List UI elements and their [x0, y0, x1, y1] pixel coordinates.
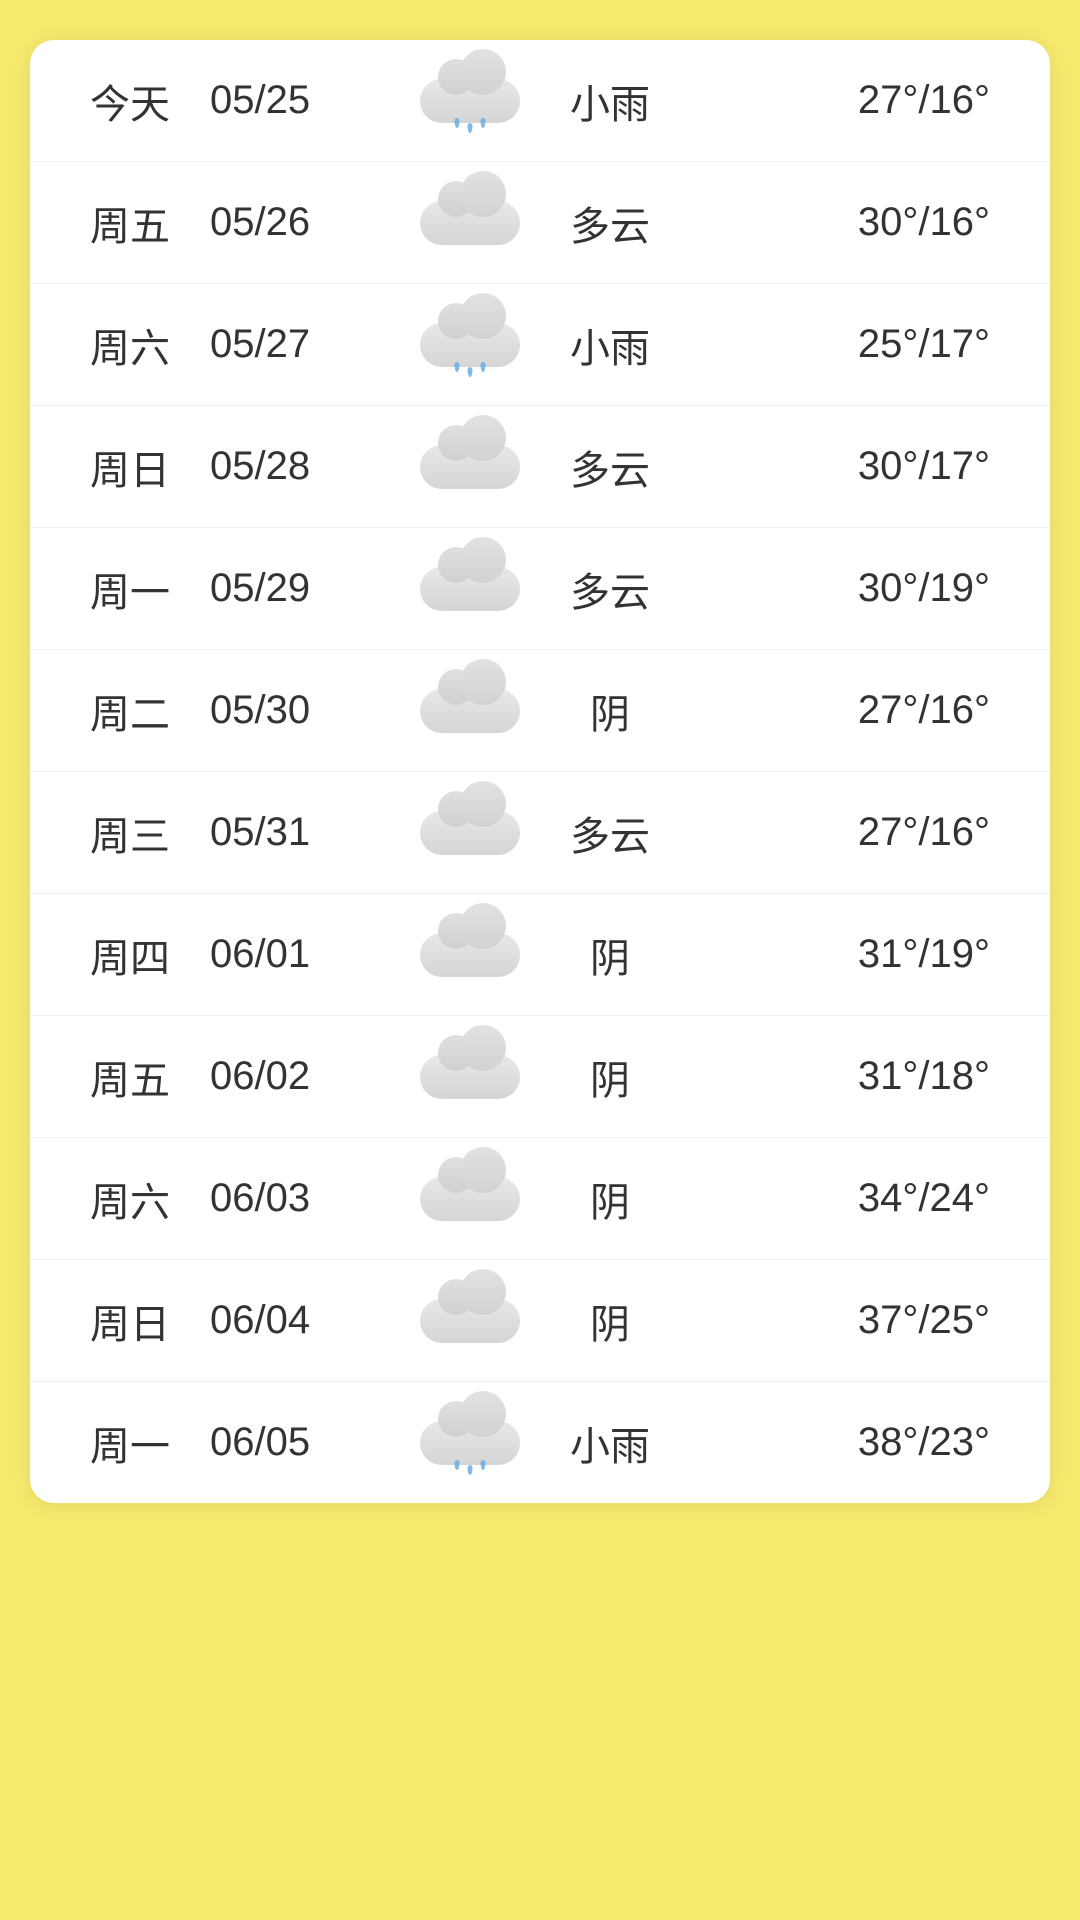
day-label: 今天 — [90, 72, 210, 130]
weather-row: 今天 05/25 小雨 27°/16° — [30, 40, 1050, 162]
weather-icon — [390, 800, 550, 865]
date-label: 05/26 — [210, 200, 390, 245]
weather-icon — [390, 312, 550, 377]
date-label: 05/27 — [210, 322, 390, 367]
condition-label: 阴 — [550, 1048, 670, 1106]
date-label: 06/04 — [210, 1298, 390, 1343]
weather-icon — [390, 1044, 550, 1109]
weather-icon — [390, 68, 550, 133]
weather-icon — [390, 1166, 550, 1231]
day-label: 周二 — [90, 682, 210, 740]
date-label: 05/28 — [210, 444, 390, 489]
condition-label: 多云 — [550, 438, 670, 496]
weather-icon — [390, 434, 550, 499]
day-label: 周五 — [90, 1048, 210, 1106]
weather-row: 周日 05/28 多云 30°/17° — [30, 406, 1050, 528]
day-label: 周六 — [90, 316, 210, 374]
weather-row: 周五 06/02 阴 31°/18° — [30, 1016, 1050, 1138]
day-label: 周一 — [90, 1414, 210, 1472]
temp-label: 31°/19° — [670, 932, 990, 977]
weather-icon — [390, 1288, 550, 1353]
temp-label: 30°/19° — [670, 566, 990, 611]
weather-row: 周三 05/31 多云 27°/16° — [30, 772, 1050, 894]
condition-label: 小雨 — [550, 72, 670, 130]
weather-icon — [390, 678, 550, 743]
condition-label: 阴 — [550, 1292, 670, 1350]
day-label: 周三 — [90, 804, 210, 862]
date-label: 06/03 — [210, 1176, 390, 1221]
condition-label: 阴 — [550, 1170, 670, 1228]
weather-row: 周六 06/03 阴 34°/24° — [30, 1138, 1050, 1260]
condition-label: 多云 — [550, 194, 670, 252]
date-label: 06/01 — [210, 932, 390, 977]
weather-row: 周一 05/29 多云 30°/19° — [30, 528, 1050, 650]
temp-label: 27°/16° — [670, 78, 990, 123]
date-label: 05/30 — [210, 688, 390, 733]
day-label: 周日 — [90, 438, 210, 496]
condition-label: 小雨 — [550, 316, 670, 374]
temp-label: 25°/17° — [670, 322, 990, 367]
weather-icon — [390, 922, 550, 987]
condition-label: 小雨 — [550, 1414, 670, 1472]
condition-label: 阴 — [550, 926, 670, 984]
temp-label: 30°/16° — [670, 200, 990, 245]
date-label: 05/31 — [210, 810, 390, 855]
weather-card: 今天 05/25 小雨 27°/16° 周五 05/26 多云 30°/16° — [30, 40, 1050, 1503]
weather-row: 周二 05/30 阴 27°/16° — [30, 650, 1050, 772]
weather-icon — [390, 190, 550, 255]
weather-icon — [390, 556, 550, 621]
date-label: 06/02 — [210, 1054, 390, 1099]
date-label: 05/29 — [210, 566, 390, 611]
condition-label: 多云 — [550, 804, 670, 862]
condition-label: 多云 — [550, 560, 670, 618]
weather-row: 周一 06/05 小雨 38°/23° — [30, 1382, 1050, 1503]
weather-row: 周日 06/04 阴 37°/25° — [30, 1260, 1050, 1382]
weather-row: 周六 05/27 小雨 25°/17° — [30, 284, 1050, 406]
day-label: 周六 — [90, 1170, 210, 1228]
temp-label: 30°/17° — [670, 444, 990, 489]
temp-label: 27°/16° — [670, 688, 990, 733]
temp-label: 34°/24° — [670, 1176, 990, 1221]
day-label: 周四 — [90, 926, 210, 984]
condition-label: 阴 — [550, 682, 670, 740]
day-label: 周一 — [90, 560, 210, 618]
day-label: 周日 — [90, 1292, 210, 1350]
day-label: 周五 — [90, 194, 210, 252]
temp-label: 31°/18° — [670, 1054, 990, 1099]
weather-icon — [390, 1410, 550, 1475]
temp-label: 37°/25° — [670, 1298, 990, 1343]
weather-row: 周四 06/01 阴 31°/19° — [30, 894, 1050, 1016]
temp-label: 38°/23° — [670, 1420, 990, 1465]
weather-row: 周五 05/26 多云 30°/16° — [30, 162, 1050, 284]
date-label: 06/05 — [210, 1420, 390, 1465]
date-label: 05/25 — [210, 78, 390, 123]
temp-label: 27°/16° — [670, 810, 990, 855]
